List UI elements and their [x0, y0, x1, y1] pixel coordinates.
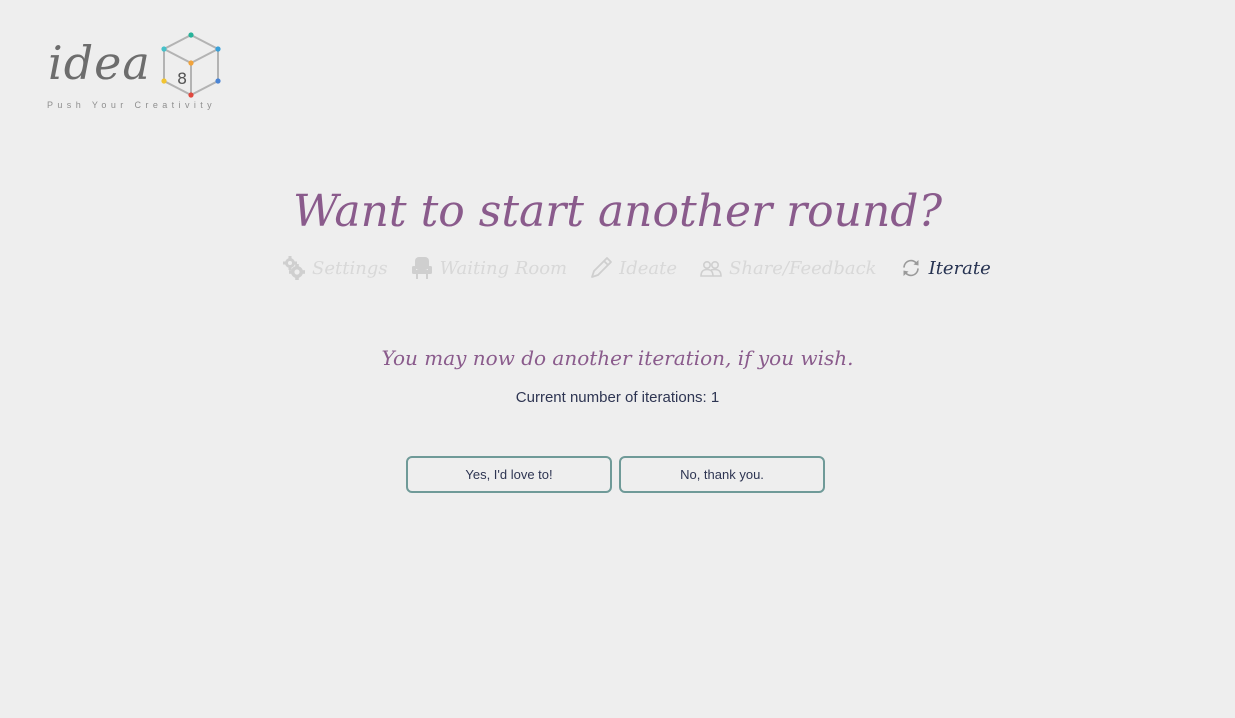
step-label-share-feedback: Share/Feedback	[729, 257, 877, 279]
refresh-icon	[899, 256, 923, 280]
people-icon	[699, 256, 723, 280]
step-label-waiting-room: Waiting Room	[439, 257, 568, 279]
step-label-ideate: Ideate	[619, 257, 678, 279]
step-iterate: Iterate	[899, 256, 991, 280]
logo: idea 8 Push Your Creativity	[46, 30, 226, 114]
step-share-feedback: Share/Feedback	[699, 256, 877, 280]
progress-steps: Settings Waiting Room Ideate Share/Feedb…	[282, 250, 991, 286]
pencil-icon	[589, 256, 613, 280]
step-label-iterate: Iterate	[928, 257, 991, 279]
chair-icon	[410, 256, 434, 280]
page-title: Want to start another round?	[292, 186, 943, 237]
step-label-settings: Settings	[312, 257, 388, 279]
step-settings: Settings	[282, 256, 388, 280]
step-waiting-room: Waiting Room	[410, 256, 568, 280]
logo-tagline: Push Your Creativity	[47, 100, 217, 110]
logo-wordmark: idea	[48, 36, 151, 90]
logo-cube-digit: 8	[177, 69, 187, 88]
iteration-prompt: You may now do another iteration, if you…	[381, 346, 854, 370]
no-button[interactable]: No, thank you.	[619, 456, 825, 493]
gear-icon	[282, 256, 306, 280]
yes-button[interactable]: Yes, I'd love to!	[406, 456, 612, 493]
step-ideate: Ideate	[589, 256, 677, 280]
logo-cube-icon: 8	[161, 32, 221, 98]
iteration-count: Current number of iterations: 1	[515, 389, 720, 406]
